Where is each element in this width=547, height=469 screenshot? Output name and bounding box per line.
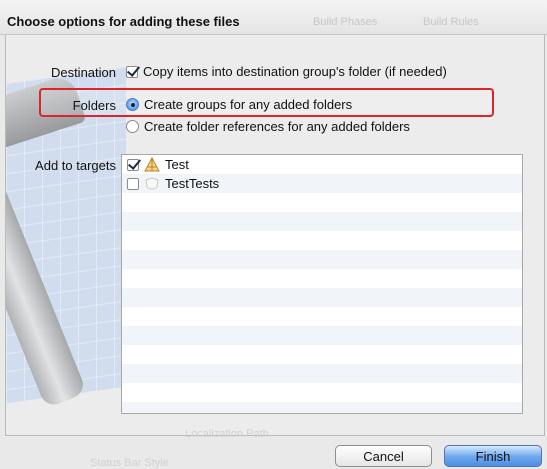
ghost-tab-build-phases: Build Phases bbox=[313, 16, 378, 28]
cancel-button[interactable]: Cancel bbox=[335, 445, 432, 467]
empty-row bbox=[122, 212, 522, 231]
create-folder-references-label: Create folder references for any added f… bbox=[144, 119, 410, 134]
ghost-tab-build-rules: Build Rules bbox=[423, 16, 479, 28]
empty-row bbox=[122, 193, 522, 212]
create-groups-option[interactable]: Create groups for any added folders bbox=[126, 97, 352, 112]
target-test-name: Test bbox=[165, 157, 189, 172]
create-groups-label: Create groups for any added folders bbox=[144, 97, 353, 112]
add-to-targets-label: Add to targets bbox=[35, 158, 116, 173]
target-test-checkbox[interactable] bbox=[127, 158, 139, 171]
copy-items-checkbox-row[interactable]: Copy items into destination group's fold… bbox=[126, 64, 447, 79]
test-target-icon bbox=[145, 176, 159, 189]
ghost-localization-path: Localization Path bbox=[185, 428, 269, 440]
empty-row bbox=[122, 288, 522, 307]
target-row-testtests[interactable]: TestTests bbox=[122, 174, 522, 193]
ghost-status-bar-style: Status Bar Style bbox=[90, 457, 169, 469]
app-target-icon bbox=[144, 156, 160, 171]
empty-row bbox=[122, 269, 522, 288]
folders-label: Folders bbox=[72, 98, 116, 113]
empty-row bbox=[122, 231, 522, 250]
copy-items-checkbox[interactable] bbox=[126, 65, 138, 78]
dialog-header: Choose options for adding these files Bu… bbox=[0, 0, 547, 35]
empty-row bbox=[122, 326, 522, 345]
empty-row bbox=[122, 345, 522, 364]
empty-row bbox=[122, 250, 522, 269]
targets-list[interactable]: Test TestTests bbox=[121, 154, 523, 414]
target-testtests-name: TestTests bbox=[165, 176, 220, 191]
target-testtests-checkbox[interactable] bbox=[127, 177, 139, 190]
empty-row bbox=[122, 383, 522, 402]
empty-row bbox=[122, 307, 522, 326]
create-folder-references-option[interactable]: Create folder references for any added f… bbox=[126, 119, 410, 134]
empty-row bbox=[122, 364, 522, 383]
finish-button[interactable]: Finish bbox=[444, 445, 542, 467]
target-row-test[interactable]: Test bbox=[122, 155, 522, 174]
create-folder-references-radio[interactable] bbox=[126, 120, 139, 133]
destination-label: Destination bbox=[50, 65, 116, 80]
empty-row bbox=[122, 402, 522, 413]
create-groups-radio[interactable] bbox=[126, 98, 139, 111]
dialog-title: Choose options for adding these files bbox=[7, 14, 240, 29]
copy-items-label: Copy items into destination group's fold… bbox=[143, 64, 447, 79]
